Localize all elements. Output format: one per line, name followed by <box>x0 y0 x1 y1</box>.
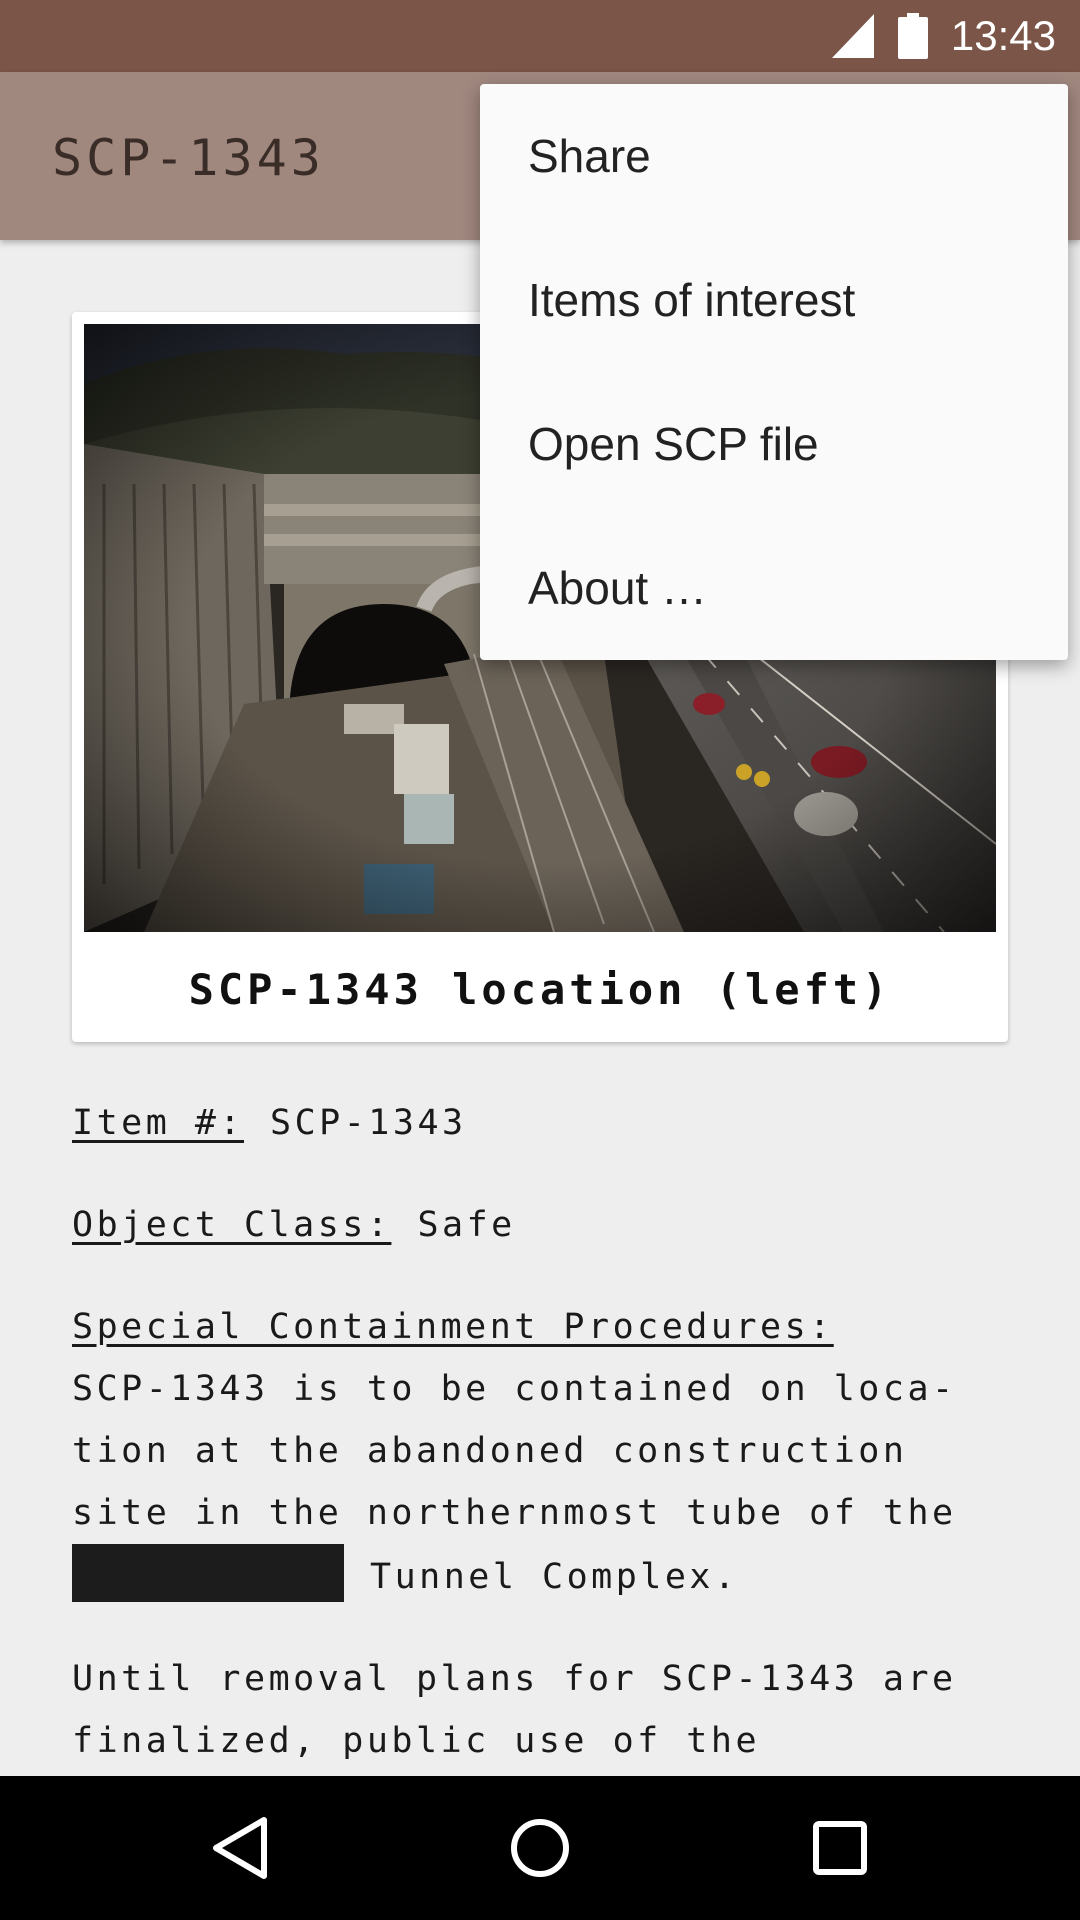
menu-item-about[interactable]: About … <box>480 516 1068 660</box>
object-class-value: Safe <box>417 1205 516 1245</box>
navigation-bar <box>0 1776 1080 1920</box>
signal-icon <box>832 14 874 58</box>
containment-procedures: Special Containment Procedures: SCP-1343… <box>72 1296 1022 1608</box>
app-title: SCP-1343 <box>52 129 325 187</box>
redacted-block <box>72 1544 344 1602</box>
containment-procedures-text-end: Tunnel Complex. <box>370 1557 739 1597</box>
status-bar: 13:43 <box>0 0 1080 72</box>
containment-procedures-text: SCP-1343 is to be contained on loca-tion… <box>72 1369 957 1533</box>
next-paragraph: Until removal plans for SCP-1343 are fin… <box>72 1659 957 1761</box>
object-class-row: Object Class: Safe <box>72 1194 1022 1256</box>
item-number-value: SCP-1343 <box>270 1103 467 1143</box>
menu-item-open-scp-file[interactable]: Open SCP file <box>480 372 1068 516</box>
home-icon[interactable] <box>506 1814 574 1882</box>
document-body: Item #: SCP-1343 Object Class: Safe Specia… <box>72 1092 1022 1776</box>
recents-icon[interactable] <box>806 1814 874 1882</box>
photo-caption: SCP-1343 location (left) <box>188 965 892 1014</box>
item-number-row: Item #: SCP-1343 <box>72 1092 1022 1154</box>
menu-item-items-of-interest[interactable]: Items of interest <box>480 228 1068 372</box>
status-time: 13:43 <box>950 12 1056 59</box>
item-number-label: Item #: <box>72 1103 245 1143</box>
object-class-label: Object Class: <box>72 1205 392 1245</box>
battery-icon <box>898 13 928 59</box>
menu-item-share[interactable]: Share <box>480 84 1068 228</box>
overflow-menu: Share Items of interest Open SCP file Ab… <box>480 84 1068 660</box>
back-icon[interactable] <box>206 1814 274 1882</box>
containment-procedures-label: Special Containment Procedures: <box>72 1307 834 1347</box>
